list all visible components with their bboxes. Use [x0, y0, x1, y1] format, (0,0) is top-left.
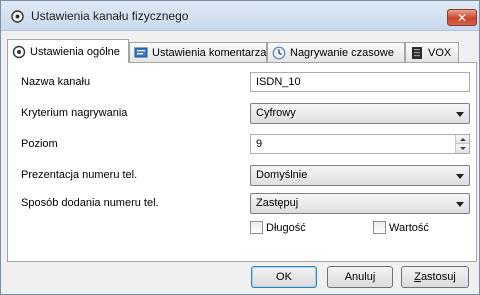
tab-vox[interactable]: VOX	[405, 42, 459, 62]
chevron-down-icon	[456, 174, 464, 179]
settings-icon	[12, 45, 26, 58]
tab-label: Nagrywanie czasowe	[290, 46, 394, 59]
apply-button[interactable]: Zastosuj	[401, 266, 469, 288]
title-bar[interactable]: Ustawienia kanału fizycznego ✕	[1, 1, 479, 31]
tab-strip: Ustawienia ogólne Ustawienia komentarza …	[7, 39, 477, 63]
chevron-down-icon	[456, 202, 464, 207]
length-checkbox[interactable]	[250, 221, 263, 234]
number-presentation-value: Domyślnie	[256, 169, 308, 181]
recording-criterion-select[interactable]: Cyfrowy	[250, 103, 470, 124]
length-checkbox-row[interactable]: Długość	[250, 221, 306, 234]
app-icon	[11, 10, 24, 23]
arrow-up-icon	[459, 137, 466, 141]
number-add-method-label: Sposób dodania numeru tel.	[21, 197, 159, 209]
ok-button[interactable]: OK	[251, 266, 317, 288]
number-add-method-value: Zastępuj	[256, 197, 299, 209]
recording-criterion-value: Cyfrowy	[256, 107, 296, 119]
channel-name-input[interactable]: ISDN_10	[250, 72, 470, 92]
number-presentation-select[interactable]: Domyślnie	[250, 165, 470, 186]
tab-label: VOX	[428, 46, 452, 59]
apply-label-rest: astosuj	[420, 271, 456, 283]
cancel-button[interactable]: Anuluj	[327, 266, 393, 288]
level-value: 9	[256, 138, 263, 150]
chevron-down-icon	[456, 112, 464, 117]
tab-scheduled-recording[interactable]: Nagrywanie czasowe	[267, 42, 405, 62]
tab-label: Ustawienia komentarza	[152, 46, 267, 59]
vox-icon	[412, 46, 422, 59]
close-icon: ✕	[456, 10, 468, 25]
arrow-down-icon	[459, 147, 466, 150]
tab-comment-settings[interactable]: Ustawienia komentarza	[129, 42, 267, 62]
value-checkbox-row[interactable]: Wartość	[373, 221, 429, 234]
level-label: Poziom	[21, 138, 58, 150]
comment-icon	[134, 47, 148, 57]
value-checkbox[interactable]	[373, 221, 386, 234]
channel-name-value: ISDN_10	[256, 76, 301, 88]
spin-down-button[interactable]	[456, 144, 469, 153]
general-settings-panel: Nazwa kanału ISDN_10 Kryterium nagrywani…	[7, 62, 477, 262]
level-spinner	[455, 135, 469, 153]
value-checkbox-label: Wartość	[389, 221, 429, 234]
number-add-method-select[interactable]: Zastępuj	[250, 193, 470, 214]
tab-general-settings[interactable]: Ustawienia ogólne	[7, 39, 129, 63]
level-spinbox[interactable]: 9	[250, 134, 470, 154]
window-title: Ustawienia kanału fizycznego	[31, 9, 189, 23]
dialog-window: Ustawienia kanału fizycznego ✕ Ustawieni…	[0, 0, 480, 295]
recording-criterion-label: Kryterium nagrywania	[21, 107, 128, 119]
close-button[interactable]: ✕	[447, 9, 477, 26]
length-checkbox-label: Długość	[266, 221, 306, 234]
apply-mnemonic: Z	[414, 271, 421, 283]
clock-icon	[272, 46, 286, 59]
channel-name-label: Nazwa kanału	[21, 76, 91, 88]
spin-up-button[interactable]	[456, 135, 469, 144]
number-presentation-label: Prezentacja numeru tel.	[21, 169, 138, 181]
tab-label: Ustawienia ogólne	[30, 45, 120, 58]
